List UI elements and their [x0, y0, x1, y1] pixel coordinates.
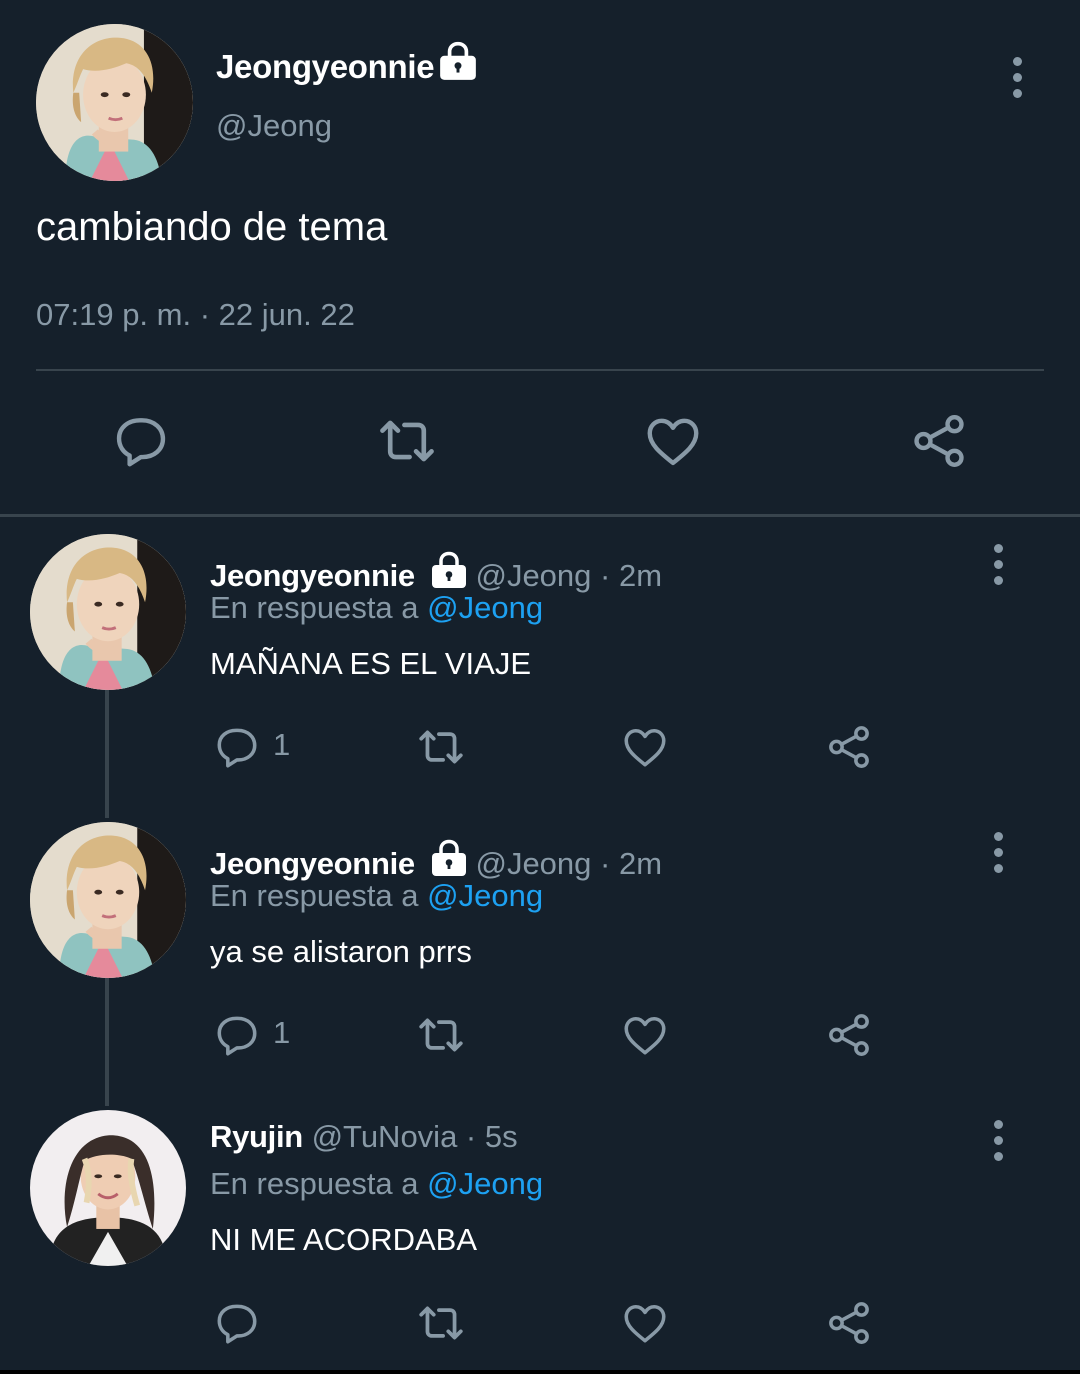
reply-avatar[interactable] [30, 822, 186, 978]
thread-line [105, 978, 109, 1106]
reply-context: En respuesta a @Jeong [210, 1166, 543, 1202]
reply-display-name[interactable]: Ryujin [210, 1119, 303, 1154]
lock-icon [429, 550, 469, 590]
reply-context: En respuesta a @Jeong [210, 590, 543, 626]
reply-icon[interactable] [212, 1010, 262, 1060]
reply-avatar[interactable] [30, 1110, 186, 1266]
share-icon[interactable] [824, 1298, 874, 1348]
like-icon[interactable] [620, 722, 670, 772]
like-icon[interactable] [620, 1010, 670, 1060]
tweet-text: cambiando de tema [36, 205, 388, 249]
like-icon[interactable] [642, 410, 704, 472]
divider [36, 369, 1044, 371]
reply-display-name[interactable]: Jeongyeonnie [210, 558, 415, 593]
more-vertical-icon[interactable] [991, 832, 1005, 873]
like-icon[interactable] [620, 1298, 670, 1348]
reply-display-name[interactable]: Jeongyeonnie [210, 846, 415, 881]
reply-context: En respuesta a @Jeong [210, 878, 543, 914]
share-icon[interactable] [824, 1010, 874, 1060]
reply-header: Jeongyeonnie @Jeong · 2m [210, 838, 662, 882]
reply-header: Ryujin @TuNovia · 5s [210, 1119, 518, 1155]
retweet-icon[interactable] [374, 410, 440, 472]
more-vertical-icon[interactable] [1010, 57, 1024, 98]
author-avatar[interactable] [36, 24, 193, 181]
reply-meta: @Jeong · 2m [475, 558, 663, 593]
reply-icon[interactable] [212, 722, 262, 772]
thread-line [105, 690, 109, 818]
author-handle[interactable]: @Jeong [216, 108, 332, 144]
reply-meta: @Jeong · 2m [475, 846, 663, 881]
retweet-icon[interactable] [413, 722, 469, 772]
reply-mention-link[interactable]: @Jeong [427, 590, 543, 625]
reply-icon[interactable] [110, 410, 172, 472]
more-vertical-icon[interactable] [991, 1120, 1005, 1161]
share-icon[interactable] [908, 410, 970, 472]
reply-icon[interactable] [212, 1298, 262, 1348]
reply-text: ya se alistaron prrs [210, 934, 472, 969]
bottom-edge [0, 1370, 1080, 1374]
reply-meta: @TuNovia · 5s [311, 1119, 518, 1154]
reply-prefix: En respuesta a [210, 590, 419, 625]
author-display-name[interactable]: Jeongyeonnie [216, 48, 435, 86]
lock-icon [429, 838, 469, 878]
share-icon[interactable] [824, 722, 874, 772]
lock-icon [437, 40, 479, 82]
more-vertical-icon[interactable] [991, 544, 1005, 585]
reply-text: NI ME ACORDABA [210, 1222, 477, 1257]
reply-avatar[interactable] [30, 534, 186, 690]
reply-text: MAÑANA ES EL VIAJE [210, 646, 532, 681]
reply-count: 1 [273, 727, 291, 762]
retweet-icon[interactable] [413, 1298, 469, 1348]
reply-mention-link[interactable]: @Jeong [427, 878, 543, 913]
retweet-icon[interactable] [413, 1010, 469, 1060]
reply-count: 1 [273, 1015, 291, 1050]
reply-header: Jeongyeonnie @Jeong · 2m [210, 550, 662, 594]
section-divider [0, 514, 1080, 517]
reply-prefix: En respuesta a [210, 878, 419, 913]
tweet-timestamp[interactable]: 07:19 p. m. · 22 jun. 22 [36, 297, 355, 333]
reply-prefix: En respuesta a [210, 1166, 419, 1201]
reply-mention-link[interactable]: @Jeong [427, 1166, 543, 1201]
